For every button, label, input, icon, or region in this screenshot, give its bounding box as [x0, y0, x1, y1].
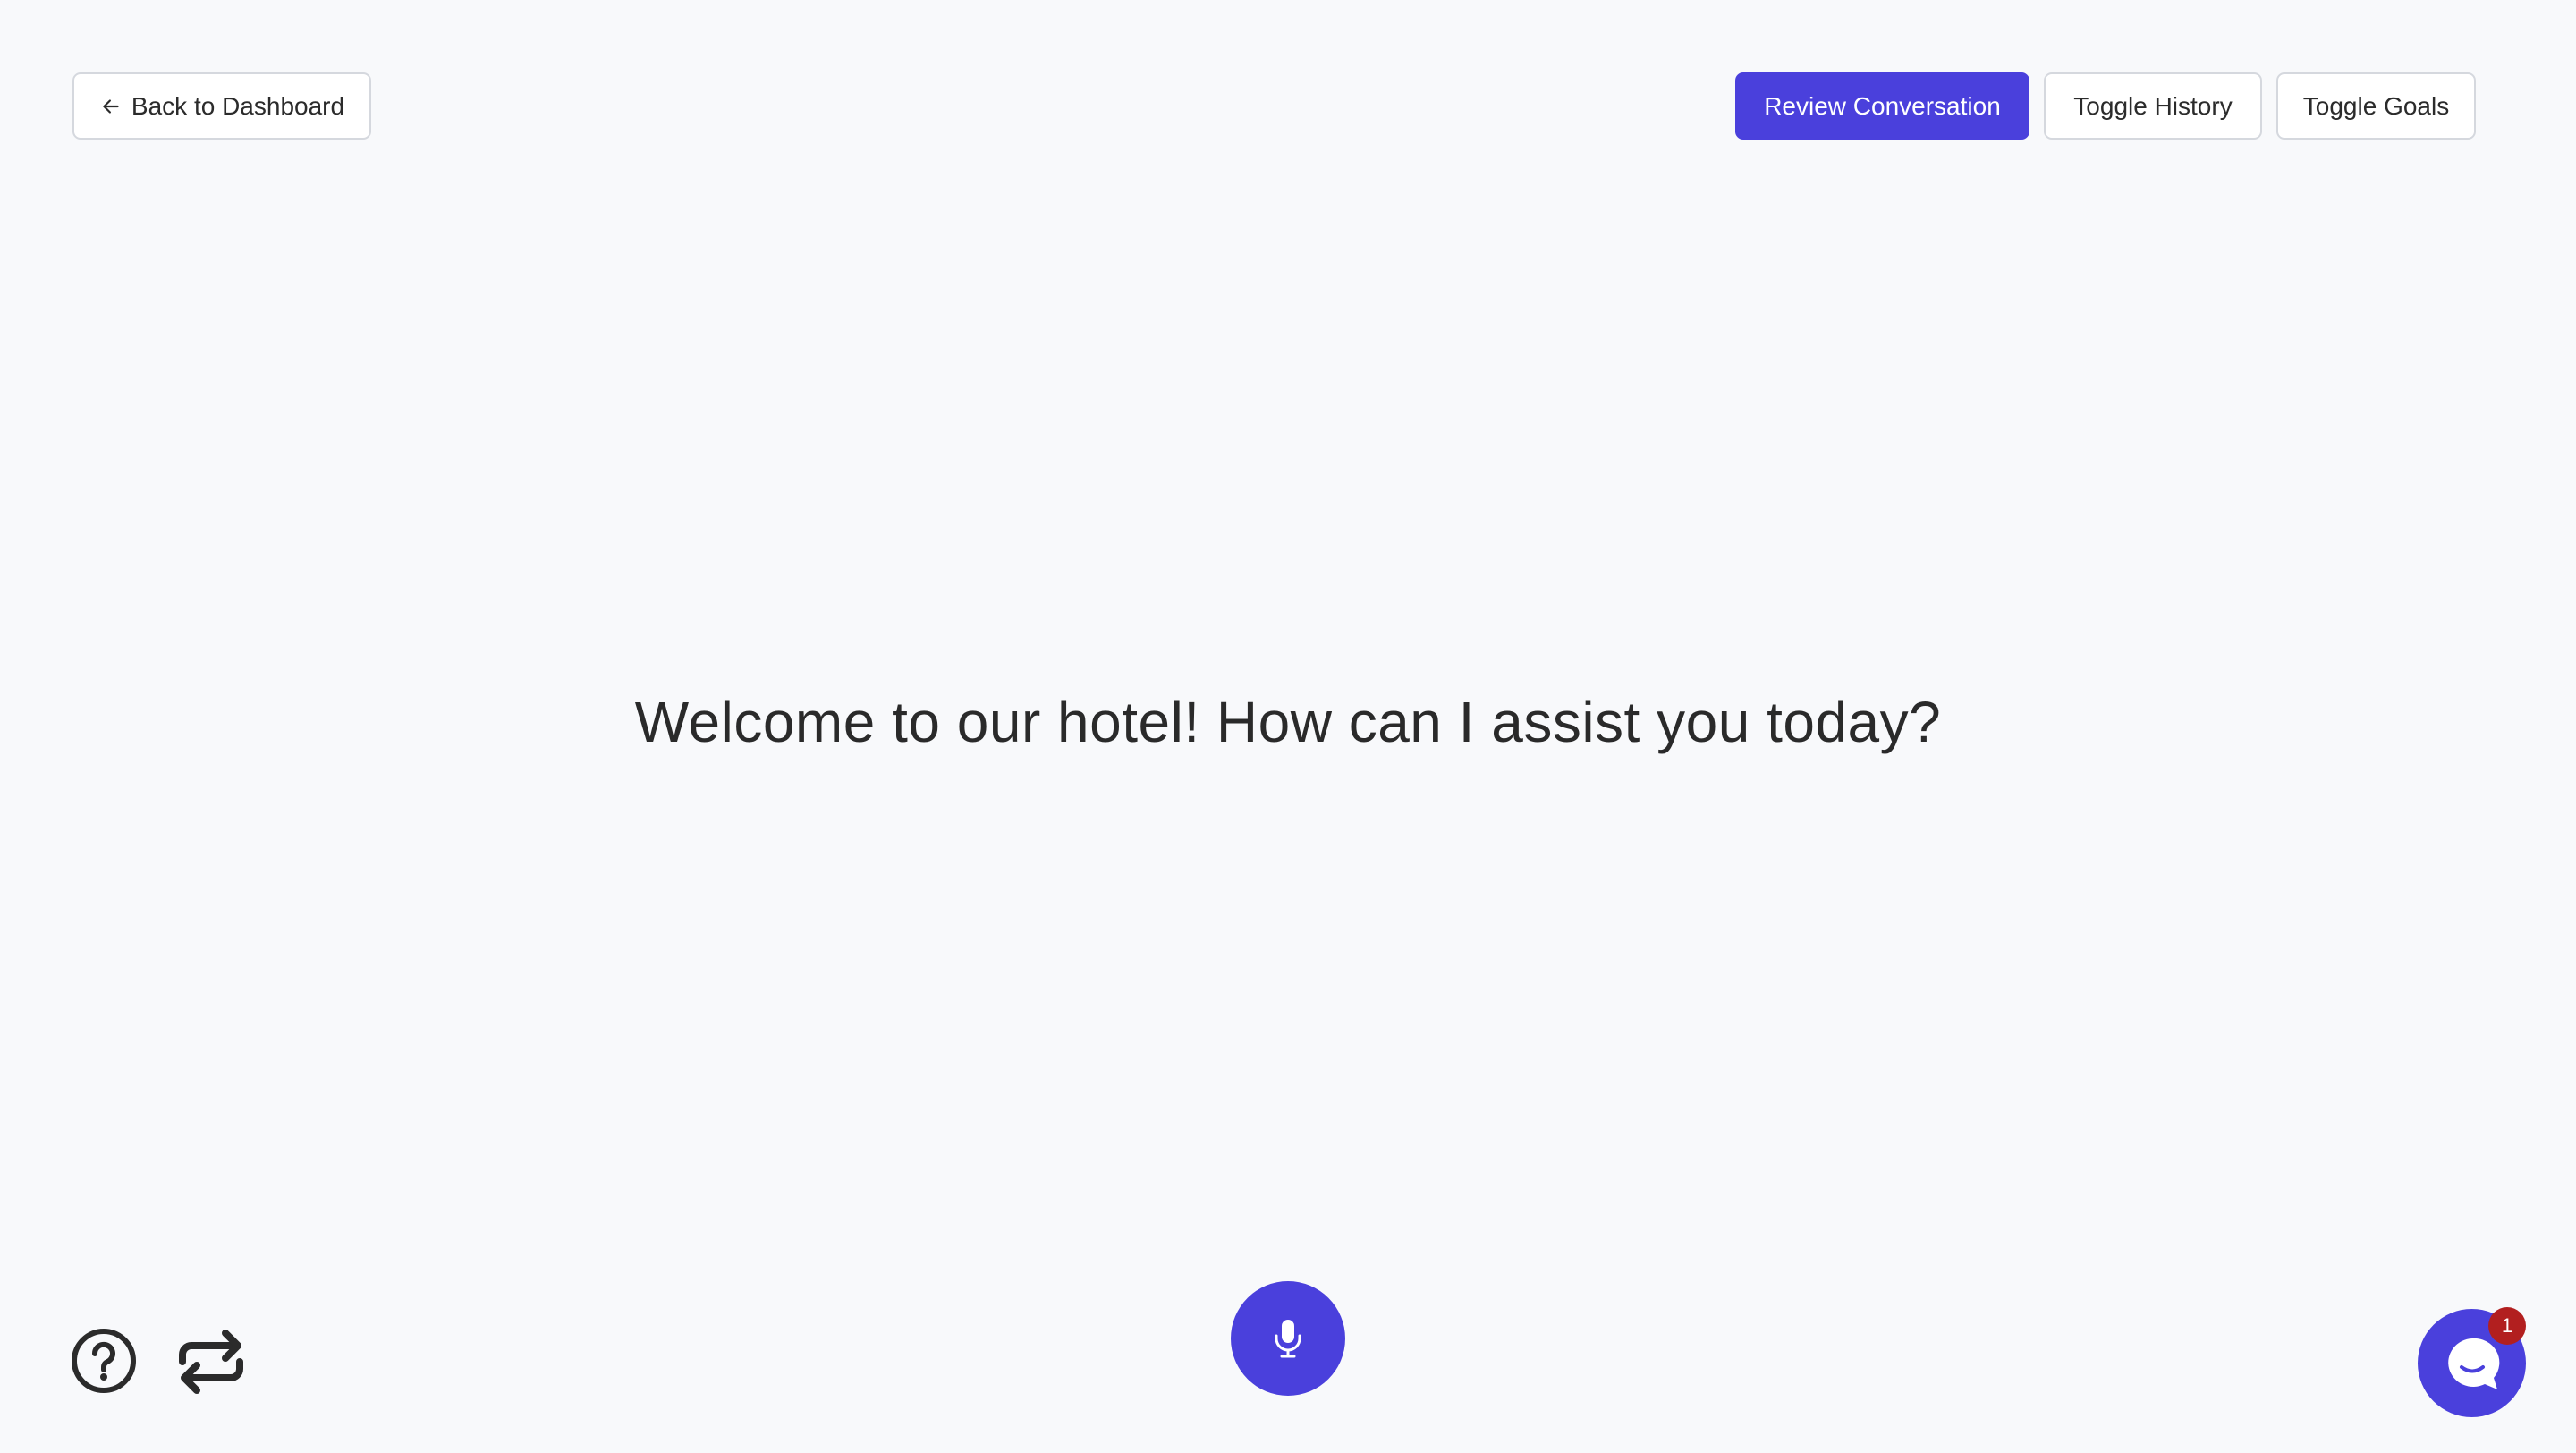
back-to-dashboard-label: Back to Dashboard: [131, 91, 345, 120]
chat-bubble-icon: [2447, 1338, 2499, 1389]
question-circle-icon: [72, 1329, 136, 1393]
review-conversation-label: Review Conversation: [1764, 91, 2001, 120]
repeat-icon: [179, 1330, 243, 1394]
repeat-button[interactable]: [175, 1328, 247, 1396]
toggle-history-label: Toggle History: [2073, 91, 2233, 120]
toggle-goals-button[interactable]: Toggle Goals: [2276, 72, 2476, 140]
welcome-message: Welcome to our hotel! How can I assist y…: [634, 690, 1942, 754]
review-conversation-button[interactable]: Review Conversation: [1735, 72, 2029, 140]
chat-notification-badge: 1: [2488, 1307, 2526, 1345]
toggle-goals-label: Toggle Goals: [2302, 91, 2450, 120]
page: Back to Dashboard Review Conversation To…: [0, 0, 2576, 1453]
back-to-dashboard-button[interactable]: Back to Dashboard: [72, 72, 371, 140]
arrow-left-icon: [103, 98, 119, 114]
microphone-icon: [1275, 1320, 1301, 1358]
toggle-history-button[interactable]: Toggle History: [2044, 72, 2262, 140]
microphone-button[interactable]: [1231, 1281, 1345, 1396]
help-button[interactable]: [71, 1328, 137, 1394]
